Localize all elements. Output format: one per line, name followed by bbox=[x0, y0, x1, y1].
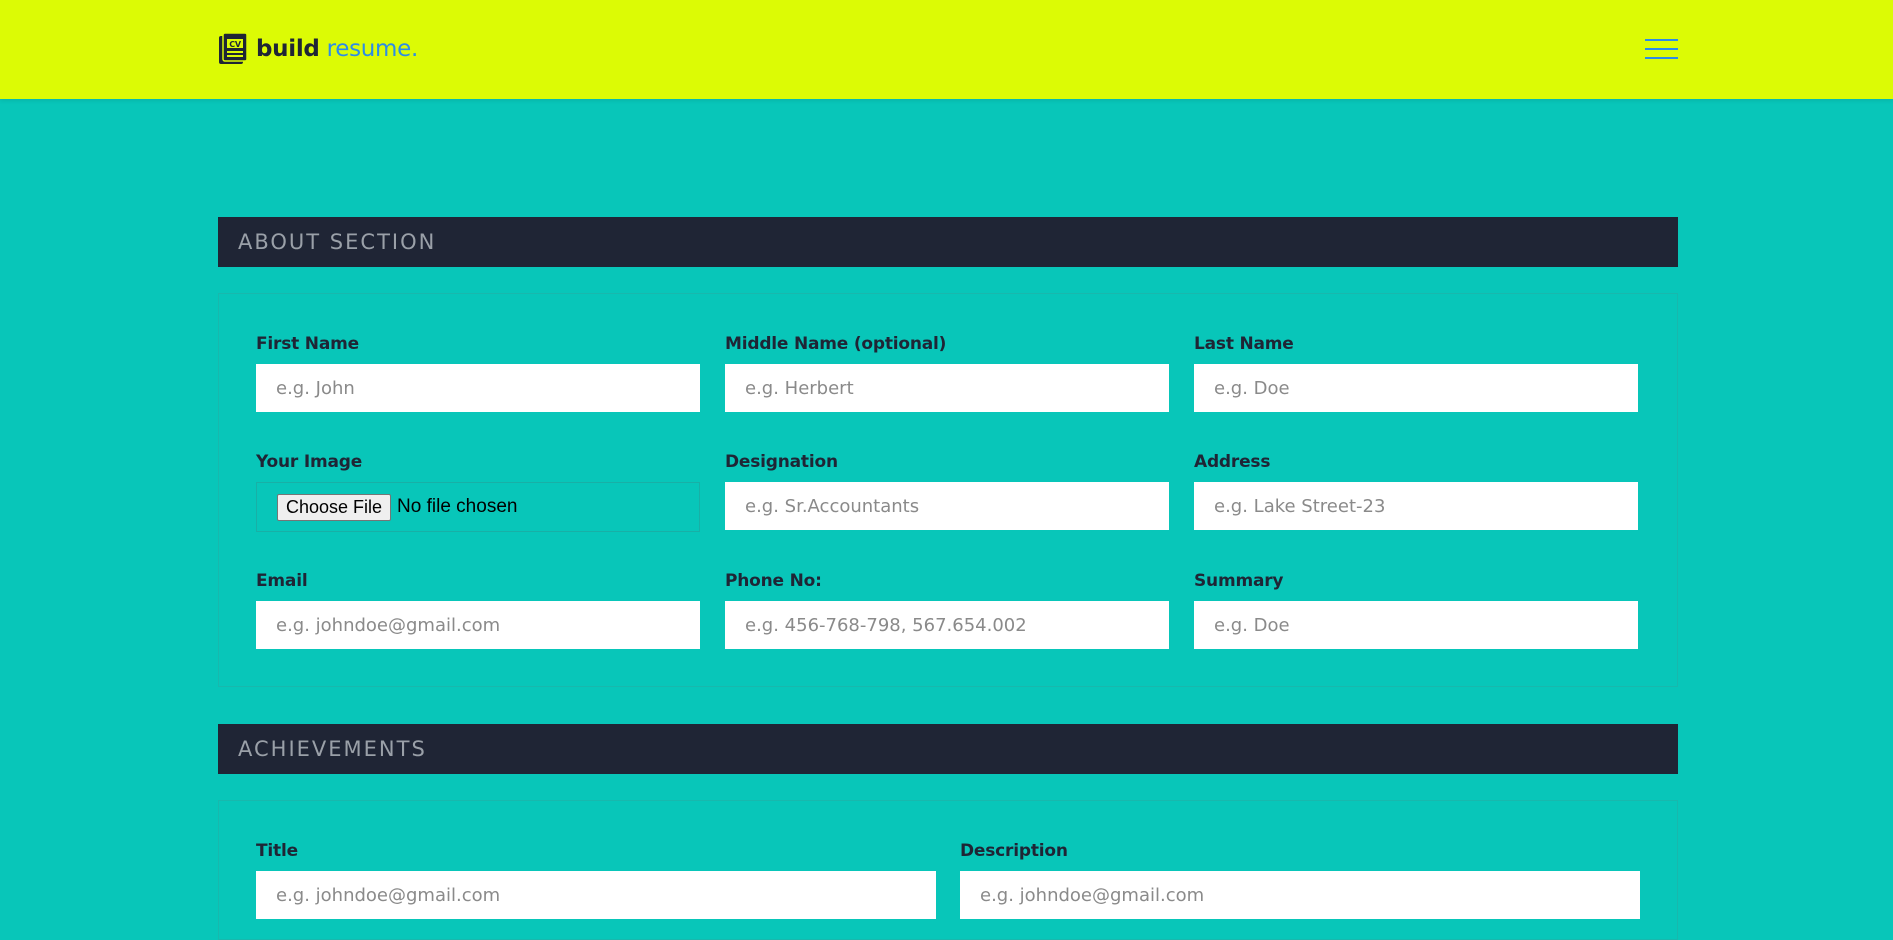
image-label: Your Image bbox=[256, 452, 363, 472]
choose-file-button[interactable]: Choose File bbox=[277, 493, 392, 521]
summary-label: Summary bbox=[1194, 571, 1284, 591]
last-name-input[interactable] bbox=[1194, 364, 1638, 412]
summary-group: Summary bbox=[1194, 571, 1638, 649]
cv-document-icon: CV bbox=[218, 32, 248, 66]
brand-word-resume: resume. bbox=[326, 36, 419, 62]
first-name-group: First Name bbox=[256, 334, 700, 412]
achievement-title-group: Title bbox=[256, 841, 936, 919]
designation-group: Designation bbox=[725, 452, 1169, 530]
achievement-description-group: Description bbox=[960, 841, 1640, 919]
about-section-header: ABOUT SECTION bbox=[218, 217, 1678, 267]
brand-logo-link[interactable]: CV build resume. bbox=[218, 32, 418, 66]
designation-label: Designation bbox=[725, 452, 838, 472]
last-name-group: Last Name bbox=[1194, 334, 1638, 412]
address-group: Address bbox=[1194, 452, 1638, 530]
first-name-input[interactable] bbox=[256, 364, 700, 412]
achievement-title-label: Title bbox=[256, 841, 298, 861]
achievement-description-label: Description bbox=[960, 841, 1068, 861]
achievements-section-panel: Title Description bbox=[218, 800, 1678, 940]
phone-input[interactable] bbox=[725, 601, 1169, 649]
cv-icon-text: CV bbox=[229, 40, 242, 49]
image-file-input[interactable]: Choose File No file chosen bbox=[256, 482, 700, 532]
top-navbar: CV build resume. bbox=[0, 0, 1893, 99]
address-input[interactable] bbox=[1194, 482, 1638, 530]
middle-name-input[interactable] bbox=[725, 364, 1169, 412]
brand-word-build: build bbox=[256, 36, 320, 62]
last-name-label: Last Name bbox=[1194, 334, 1294, 354]
file-status-text: No file chosen bbox=[397, 496, 518, 517]
designation-input[interactable] bbox=[725, 482, 1169, 530]
middle-name-label: Middle Name (optional) bbox=[725, 334, 947, 354]
about-section-panel: First Name Middle Name (optional) Last N… bbox=[218, 293, 1678, 687]
email-label: Email bbox=[256, 571, 308, 591]
email-input[interactable] bbox=[256, 601, 700, 649]
phone-group: Phone No: bbox=[725, 571, 1169, 649]
achievement-title-input[interactable] bbox=[256, 871, 936, 919]
phone-label: Phone No: bbox=[725, 571, 822, 591]
middle-name-group: Middle Name (optional) bbox=[725, 334, 1169, 412]
achievements-section-header: ACHIEVEMENTS bbox=[218, 724, 1678, 774]
address-label: Address bbox=[1194, 452, 1271, 472]
hamburger-menu-icon[interactable] bbox=[1645, 37, 1678, 61]
summary-input[interactable] bbox=[1194, 601, 1638, 649]
image-upload-group: Your Image Choose File No file chosen bbox=[256, 452, 700, 532]
first-name-label: First Name bbox=[256, 334, 359, 354]
achievement-description-input[interactable] bbox=[960, 871, 1640, 919]
email-group: Email bbox=[256, 571, 700, 649]
